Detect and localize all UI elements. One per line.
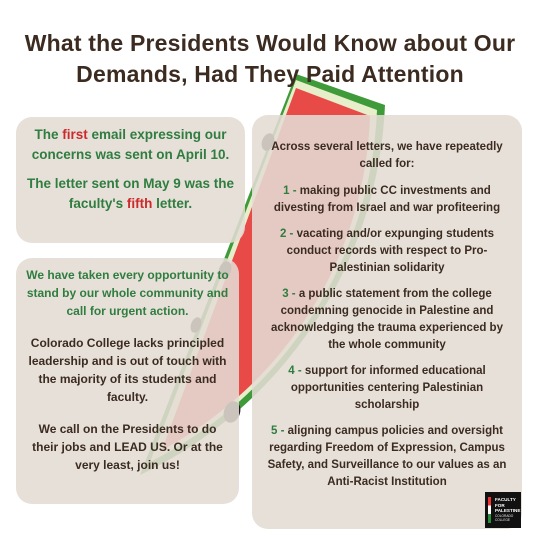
text-fragment: letter. [152,196,193,211]
demand-text: vacating and/or expunging students condu… [286,228,495,274]
fifth-letter-text: The letter sent on May 9 was the faculty… [26,174,235,214]
demand-text: aligning campus policies and oversight r… [267,425,507,488]
first-email-card: The first email expressing our concerns … [16,117,245,243]
title-line-2: Demands, Had They Paid Attention [76,61,464,87]
statement-paragraph-2: Colorado College lacks principled leader… [28,336,227,404]
demand-number: 4 - [288,365,305,377]
flag-stripe-icon [488,497,491,523]
statement-paragraph-1: We have taken every opportunity to stand… [26,268,229,318]
logo-line: FACULTY [495,497,516,502]
statement-paragraph-3: We call on the Presidents to do their jo… [32,422,223,472]
demand-number: 2 - [279,228,297,240]
demand-number: 1 - [283,185,300,197]
faculty-for-palestine-logo: FACULTY FOR PALESTINE COLORADO COLLEGE [485,492,521,528]
demands-intro: Across several letters, we have repeated… [271,141,503,170]
demand-text: making public CC investments and divesti… [273,185,501,214]
first-highlight: first [62,127,88,142]
statement-card: We have taken every opportunity to stand… [16,258,239,504]
logo-line: COLLEGE [495,517,511,522]
demands-card: Across several letters, we have repeated… [252,115,522,529]
demand-item: 2 - vacating and/or expunging students c… [262,226,512,277]
demand-item: 5 - aligning campus policies and oversig… [262,423,512,491]
demand-number: 5 - [271,425,288,437]
poster: What the Presidents Would Know about Our… [0,0,540,540]
demand-text: support for informed educational opportu… [290,365,486,411]
title-line-1: What the Presidents Would Know about Our [24,30,516,56]
demand-text: a public statement from the college cond… [271,288,503,351]
text-fragment: The [34,127,63,142]
page-title: What the Presidents Would Know about Our… [20,28,520,90]
demand-item: 3 - a public statement from the college … [262,286,512,354]
first-email-text: The first email expressing our concerns … [26,125,235,165]
demand-item: 1 - making public CC investments and div… [262,183,512,217]
demand-number: 3 - [282,288,299,300]
fifth-highlight: fifth [126,196,153,211]
logo-line: PALESTINE [495,508,521,513]
demand-item: 4 - support for informed educational opp… [262,363,512,414]
